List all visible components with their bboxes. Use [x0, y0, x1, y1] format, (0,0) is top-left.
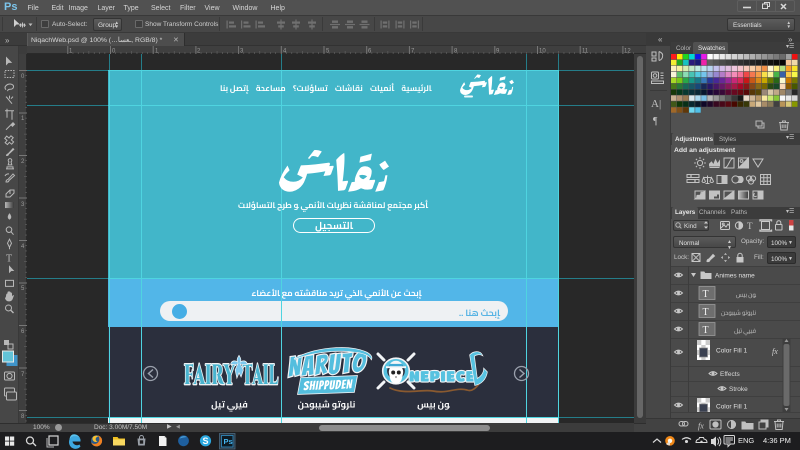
svg-text:11: 11 — [582, 49, 589, 55]
svg-text:2: 2 — [21, 159, 25, 165]
svg-text:9: 9 — [496, 49, 500, 55]
svg-text:T: T — [6, 253, 12, 264]
svg-text:Ps: Ps — [224, 437, 233, 446]
svg-text:8: 8 — [21, 414, 25, 420]
svg-text:T: T — [703, 325, 709, 336]
svg-text:6: 6 — [21, 329, 25, 335]
svg-text:A|: A| — [651, 98, 661, 110]
svg-text:Stroke: Stroke — [729, 386, 748, 393]
svg-text:3: 3 — [21, 202, 25, 208]
svg-text:Animes name: Animes name — [715, 273, 755, 280]
svg-text:1: 1 — [21, 116, 25, 122]
svg-text:S: S — [203, 436, 209, 446]
svg-text:¶: ¶ — [653, 116, 658, 127]
svg-text:4: 4 — [21, 244, 25, 250]
svg-text:0: 0 — [21, 74, 25, 80]
svg-text:6: 6 — [368, 49, 372, 55]
svg-text:2: 2 — [197, 49, 201, 55]
svg-text:10: 10 — [539, 49, 546, 55]
svg-text:Color Fill 1: Color Fill 1 — [716, 348, 747, 355]
svg-text:12: 12 — [624, 49, 631, 55]
svg-text:7: 7 — [21, 372, 25, 378]
svg-text:fx: fx — [698, 422, 704, 431]
svg-text:Effects: Effects — [720, 371, 741, 378]
svg-text:1: 1 — [69, 49, 73, 55]
svg-text:5: 5 — [21, 286, 25, 292]
svg-text:fx: fx — [772, 347, 778, 356]
svg-text:T: T — [703, 307, 709, 318]
svg-text:Kind: Kind — [684, 223, 697, 230]
svg-text:T: T — [703, 289, 709, 300]
svg-text:Color Fill 1: Color Fill 1 — [716, 404, 747, 411]
svg-text:T: T — [747, 221, 753, 231]
